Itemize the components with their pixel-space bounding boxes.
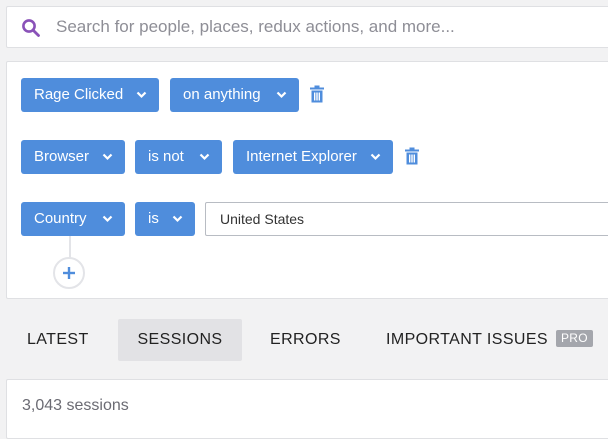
- chevron-down-icon: [370, 153, 381, 161]
- filter-field-dropdown[interactable]: Rage Clicked: [21, 78, 159, 112]
- filter-operator-dropdown[interactable]: on anything: [170, 78, 299, 112]
- session-count: 3,043 sessions: [22, 397, 129, 414]
- filter-operator-label: on anything: [183, 86, 261, 103]
- filter-field-dropdown[interactable]: Browser: [21, 140, 125, 174]
- filter-connector-line: [69, 236, 71, 258]
- filter-field-label: Country: [34, 210, 87, 227]
- trash-icon[interactable]: [404, 147, 420, 165]
- tab-errors[interactable]: ERRORS: [270, 319, 341, 361]
- search-bar: [6, 6, 608, 48]
- chevron-down-icon: [102, 153, 113, 161]
- trash-icon[interactable]: [309, 85, 325, 103]
- filter-value-label: Internet Explorer: [246, 148, 357, 165]
- filter-operator-dropdown[interactable]: is not: [135, 140, 222, 174]
- filter-field-label: Rage Clicked: [34, 86, 124, 103]
- add-filter-button[interactable]: [53, 257, 85, 289]
- tab-sessions[interactable]: SESSIONS: [118, 319, 242, 361]
- tab-important-issues[interactable]: IMPORTANT ISSUES PRO: [386, 319, 593, 361]
- tab-label: ERRORS: [270, 331, 341, 348]
- tab-label: IMPORTANT ISSUES: [386, 331, 548, 348]
- filter-operator-label: is not: [148, 148, 184, 165]
- chevron-down-icon: [172, 215, 183, 223]
- tab-latest[interactable]: LATEST: [27, 319, 89, 361]
- tab-label: SESSIONS: [137, 331, 223, 348]
- results-panel: 3,043 sessions: [6, 379, 608, 439]
- filter-panel: Rage Clicked on anything Browser is not …: [6, 61, 608, 299]
- filter-operator-dropdown[interactable]: is: [135, 202, 195, 236]
- plus-icon: [63, 267, 75, 279]
- tab-label: LATEST: [27, 331, 89, 348]
- filter-value-input[interactable]: [205, 202, 608, 236]
- chevron-down-icon: [199, 153, 210, 161]
- pro-badge: PRO: [556, 330, 593, 347]
- filter-operator-label: is: [148, 210, 159, 227]
- search-input[interactable]: [56, 7, 608, 47]
- chevron-down-icon: [276, 91, 287, 99]
- chevron-down-icon: [102, 215, 113, 223]
- filter-field-dropdown[interactable]: Country: [21, 202, 125, 236]
- chevron-down-icon: [136, 91, 147, 99]
- filter-value-dropdown[interactable]: Internet Explorer: [233, 140, 393, 174]
- filter-field-label: Browser: [34, 148, 90, 165]
- search-icon: [22, 19, 40, 37]
